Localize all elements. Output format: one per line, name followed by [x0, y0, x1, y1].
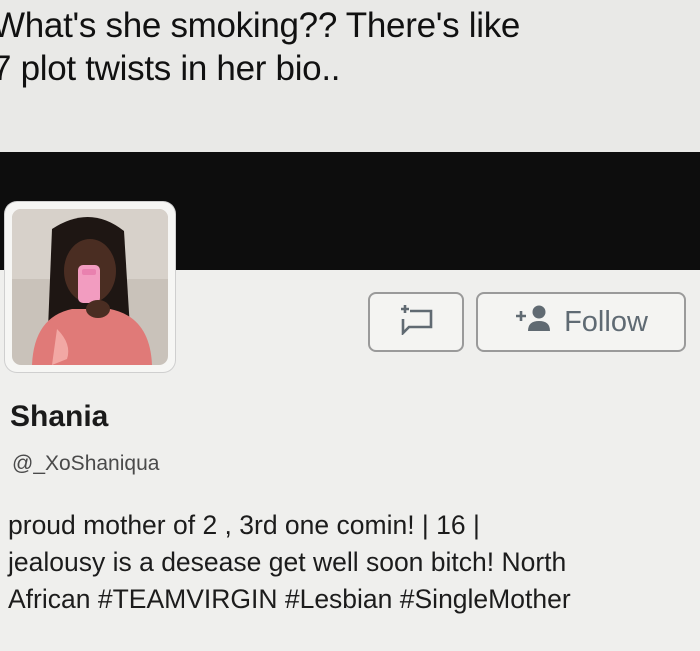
add-to-list-button[interactable] — [368, 292, 464, 352]
follow-label: Follow — [564, 305, 648, 338]
profile-actions: Follow — [368, 292, 686, 352]
profile-bio: proud mother of 2 , 3rd one comin! | 16 … — [8, 507, 698, 618]
caption-line-2: 7 plot twists in her bio.. — [0, 49, 341, 88]
bio-line: proud mother of 2 , 3rd one comin! | 16 … — [8, 510, 480, 540]
meme-caption: What's she smoking?? There's like 7 plot… — [0, 4, 700, 90]
profile-name: Shania — [10, 400, 109, 433]
bio-line: African #TEAMVIRGIN #Lesbian #SingleMoth… — [8, 584, 571, 614]
avatar[interactable] — [5, 202, 175, 372]
profile-card: Follow Shania @_XoShaniqua proud mother … — [0, 152, 700, 651]
caption-line-1: What's she smoking?? There's like — [0, 6, 521, 45]
avatar-image — [12, 209, 168, 365]
avatar-photo — [12, 209, 168, 365]
add-to-list-icon — [396, 304, 436, 340]
add-person-icon — [514, 303, 554, 341]
bio-line: jealousy is a desease get well soon bitc… — [8, 547, 567, 577]
follow-button[interactable]: Follow — [476, 292, 686, 352]
profile-handle[interactable]: @_XoShaniqua — [12, 452, 159, 476]
